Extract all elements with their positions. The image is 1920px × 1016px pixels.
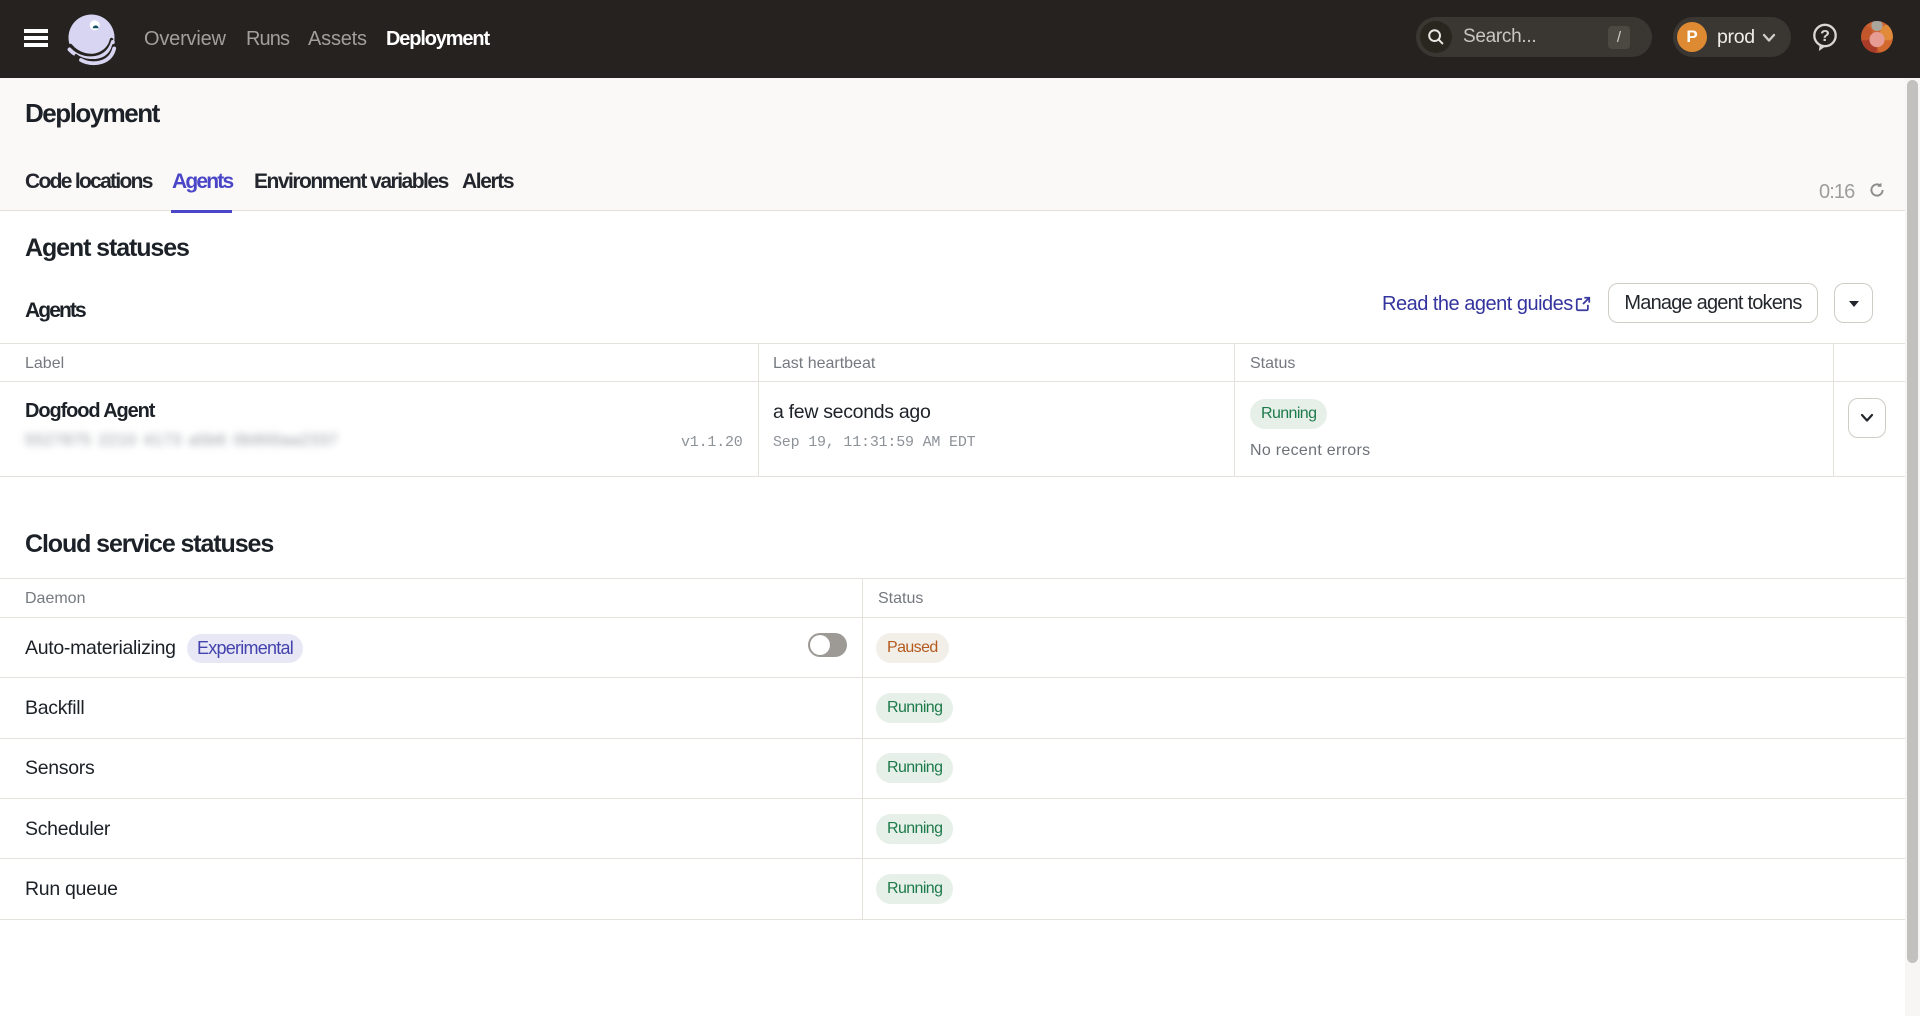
svg-text:?: ? [1820, 28, 1830, 45]
